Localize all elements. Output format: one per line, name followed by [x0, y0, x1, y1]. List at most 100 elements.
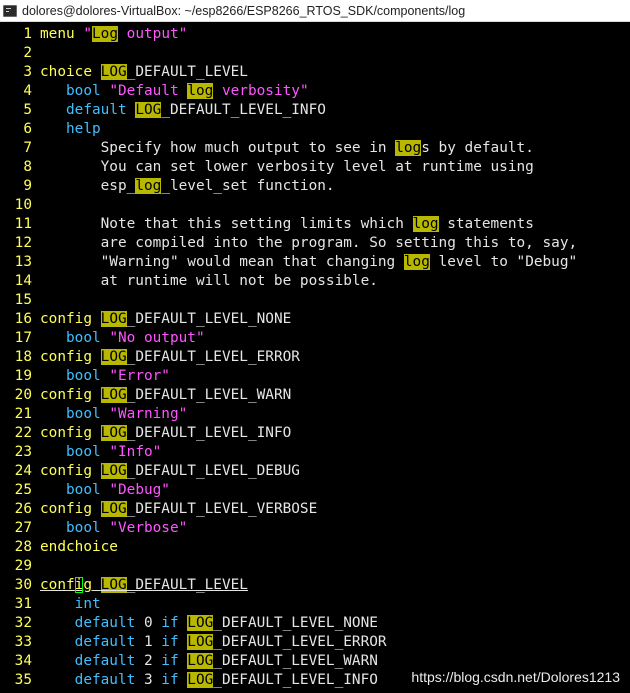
- line-content: menu "Log output": [40, 25, 630, 44]
- code-line[interactable]: 4 bool "Default log verbosity": [0, 82, 630, 101]
- code-line[interactable]: 1 menu "Log output": [0, 25, 630, 44]
- search-match: LOG: [100, 349, 127, 365]
- line-content: choice LOG_DEFAULT_LEVEL: [40, 63, 630, 82]
- code-line[interactable]: 30 config LOG_DEFAULT_LEVEL: [0, 576, 630, 595]
- code-line[interactable]: 25 bool "Debug": [0, 481, 630, 500]
- code-line[interactable]: 27 bool "Verbose": [0, 519, 630, 538]
- line-number: 6: [23, 121, 32, 137]
- line-number: 21: [14, 406, 32, 422]
- code-token: "Error": [109, 368, 170, 384]
- search-match: log: [395, 140, 422, 156]
- line-content: bool "Default log verbosity": [40, 82, 630, 101]
- code-line[interactable]: 11 Note that this setting limits which l…: [0, 215, 630, 234]
- code-token: s by default.: [421, 140, 534, 156]
- code-token: default: [66, 102, 136, 118]
- code-token: _DEFAULT_LEVEL_INFO: [161, 102, 326, 118]
- code-line[interactable]: 5 default LOG_DEFAULT_LEVEL_INFO: [0, 101, 630, 120]
- code-line[interactable]: 31 int: [0, 595, 630, 614]
- code-token: config: [40, 311, 101, 327]
- code-line[interactable]: 20 config LOG_DEFAULT_LEVEL_WARN: [0, 386, 630, 405]
- vim-editor-buffer[interactable]: 1 menu "Log output" 2 3 choice LOG_DEFAULT_L…: [0, 22, 630, 693]
- code-line[interactable]: 15: [0, 291, 630, 310]
- code-token: conf: [40, 577, 75, 593]
- code-token: "Debug": [109, 482, 170, 498]
- line-number: 14: [14, 273, 32, 289]
- code-line[interactable]: 6 help: [0, 120, 630, 139]
- line-content: config LOG_DEFAULT_LEVEL_ERROR: [40, 348, 630, 367]
- line-number: 32: [14, 615, 32, 631]
- line-content: int: [40, 595, 630, 614]
- line-number: 24: [14, 463, 32, 479]
- code-line[interactable]: 10: [0, 196, 630, 215]
- line-number: 35: [14, 672, 32, 688]
- line-content: "Warning" would mean that changing log l…: [40, 253, 630, 272]
- line-number: 23: [14, 444, 32, 460]
- search-match: LOG: [100, 425, 127, 441]
- search-match: LOG: [100, 311, 127, 327]
- line-number: 9: [23, 178, 32, 194]
- code-token: _level_set function.: [161, 178, 335, 194]
- code-line[interactable]: 29: [0, 557, 630, 576]
- code-line[interactable]: 16 config LOG_DEFAULT_LEVEL_NONE: [0, 310, 630, 329]
- code-line[interactable]: 18 config LOG_DEFAULT_LEVEL_ERROR: [0, 348, 630, 367]
- code-token: config: [40, 463, 101, 479]
- code-token: 1: [143, 634, 162, 650]
- code-line[interactable]: 8 You can set lower verbosity level at r…: [0, 158, 630, 177]
- search-match: LOG: [100, 387, 127, 403]
- line-number: 11: [14, 216, 32, 232]
- code-line[interactable]: 12 are compiled into the program. So set…: [0, 234, 630, 253]
- code-token: "Default: [109, 83, 188, 99]
- line-content: are compiled into the program. So settin…: [40, 234, 630, 253]
- code-token: 3: [143, 672, 162, 688]
- code-line[interactable]: 19 bool "Error": [0, 367, 630, 386]
- window-titlebar[interactable]: dolores@dolores-VirtualBox: ~/esp8266/ES…: [0, 0, 630, 22]
- terminal-icon: [3, 4, 17, 17]
- code-token: 2: [143, 653, 162, 669]
- code-line[interactable]: 9 esp_log_level_set function.: [0, 177, 630, 196]
- code-token: help: [66, 121, 101, 137]
- line-number: 4: [23, 83, 32, 99]
- line-number: 1: [23, 26, 32, 42]
- code-line[interactable]: 24 config LOG_DEFAULT_LEVEL_DEBUG: [0, 462, 630, 481]
- code-line[interactable]: 2: [0, 44, 630, 63]
- code-line[interactable]: 23 bool "Info": [0, 443, 630, 462]
- line-number: 17: [14, 330, 32, 346]
- line-content: bool "Info": [40, 443, 630, 462]
- code-line[interactable]: 3 choice LOG_DEFAULT_LEVEL: [0, 63, 630, 82]
- line-number: 30: [14, 577, 32, 593]
- code-line[interactable]: 26 config LOG_DEFAULT_LEVEL_VERBOSE: [0, 500, 630, 519]
- code-line[interactable]: 14 at runtime will not be possible.: [0, 272, 630, 291]
- code-token: _DEFAULT_LEVEL_DEBUG: [126, 463, 300, 479]
- line-content: at runtime will not be possible.: [40, 272, 630, 291]
- code-line[interactable]: 33 default 1 if LOG_DEFAULT_LEVEL_ERROR: [0, 633, 630, 652]
- code-token: ": [83, 26, 92, 42]
- code-line[interactable]: 17 bool "No output": [0, 329, 630, 348]
- search-match: log: [412, 216, 439, 232]
- search-match: log: [403, 254, 430, 270]
- code-token: config: [40, 349, 101, 365]
- line-number: 5: [23, 102, 32, 118]
- code-token: default: [74, 615, 144, 631]
- line-number: 25: [14, 482, 32, 498]
- code-token: statements: [438, 216, 534, 232]
- code-token: at runtime will not be possible.: [40, 273, 378, 289]
- code-token: output": [118, 26, 188, 42]
- code-line[interactable]: 21 bool "Warning": [0, 405, 630, 424]
- code-line[interactable]: 28 endchoice: [0, 538, 630, 557]
- code-token: _DEFAULT_LEVEL_ERROR: [213, 634, 387, 650]
- code-line[interactable]: 13 "Warning" would mean that changing lo…: [0, 253, 630, 272]
- line-content: config LOG_DEFAULT_LEVEL_VERBOSE: [40, 500, 630, 519]
- code-line[interactable]: 32 default 0 if LOG_DEFAULT_LEVEL_NONE: [0, 614, 630, 633]
- code-token: config: [40, 501, 101, 517]
- code-line[interactable]: 7 Specify how much output to see in logs…: [0, 139, 630, 158]
- line-content: [40, 291, 630, 310]
- code-line[interactable]: 22 config LOG_DEFAULT_LEVEL_INFO: [0, 424, 630, 443]
- line-content: bool "No output": [40, 329, 630, 348]
- code-token: _DEFAULT_LEVEL_INFO: [126, 425, 292, 441]
- search-match: LOG: [100, 64, 127, 80]
- code-token: choice: [40, 64, 101, 80]
- code-token: default: [74, 634, 144, 650]
